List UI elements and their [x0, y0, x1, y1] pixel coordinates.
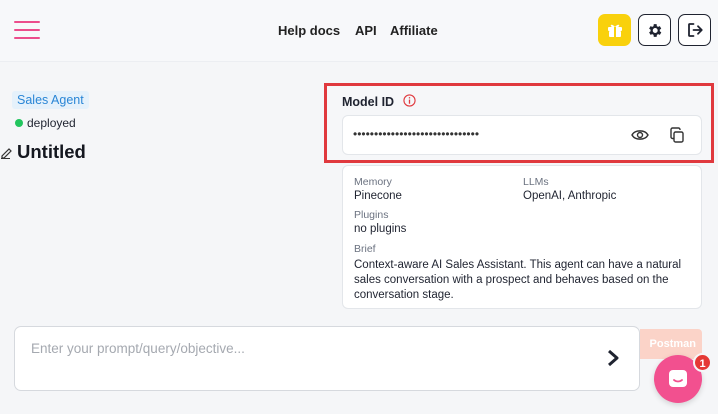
plugins-label: Plugins [354, 209, 389, 221]
chat-icon [669, 370, 687, 387]
model-id-field[interactable]: •••••••••••••••••••••••••••••• [342, 115, 702, 155]
notification-badge: 1 [693, 353, 712, 372]
send-icon[interactable] [606, 349, 620, 367]
gift-button[interactable] [598, 14, 631, 46]
gift-icon [607, 24, 622, 37]
model-id-label: Model ID [342, 95, 395, 109]
prompt-box [14, 326, 640, 391]
model-id-value: •••••••••••••••••••••••••••••• [353, 127, 480, 141]
agent-type-badge: Sales Agent [12, 91, 89, 109]
llms-value: OpenAI, Anthropic [523, 190, 617, 202]
plugins-value: no plugins [354, 223, 407, 235]
postman-button[interactable]: Postman [640, 329, 702, 359]
status-text: deployed [27, 116, 76, 130]
memory-label: Memory [354, 176, 392, 188]
status-dot [15, 119, 23, 127]
edit-icon[interactable] [0, 145, 12, 159]
copy-icon[interactable] [669, 127, 685, 143]
nav-help-docs[interactable]: Help docs [278, 23, 340, 38]
logout-icon [687, 23, 703, 37]
agent-details-card: Memory Pinecone LLMs OpenAI, Anthropic P… [342, 165, 702, 309]
nav-api[interactable]: API [355, 23, 377, 38]
memory-value: Pinecone [354, 190, 402, 202]
prompt-input[interactable] [31, 341, 591, 356]
settings-button[interactable] [638, 14, 671, 46]
llms-label: LLMs [523, 176, 549, 188]
info-icon[interactable] [403, 94, 416, 107]
model-id-panel: Model ID •••••••••••••••••••••••••••••• [324, 83, 714, 163]
nav-affiliate[interactable]: Affiliate [390, 23, 438, 38]
eye-icon[interactable] [631, 128, 649, 142]
top-header: Help docs API Affiliate [0, 0, 718, 62]
menu-icon[interactable] [14, 19, 40, 41]
logout-button[interactable] [678, 14, 711, 46]
agent-title: Untitled [17, 141, 86, 162]
brief-label: Brief [354, 243, 376, 255]
gear-icon [649, 23, 662, 37]
brief-value: Context-aware AI Sales Assistant. This a… [354, 259, 682, 301]
